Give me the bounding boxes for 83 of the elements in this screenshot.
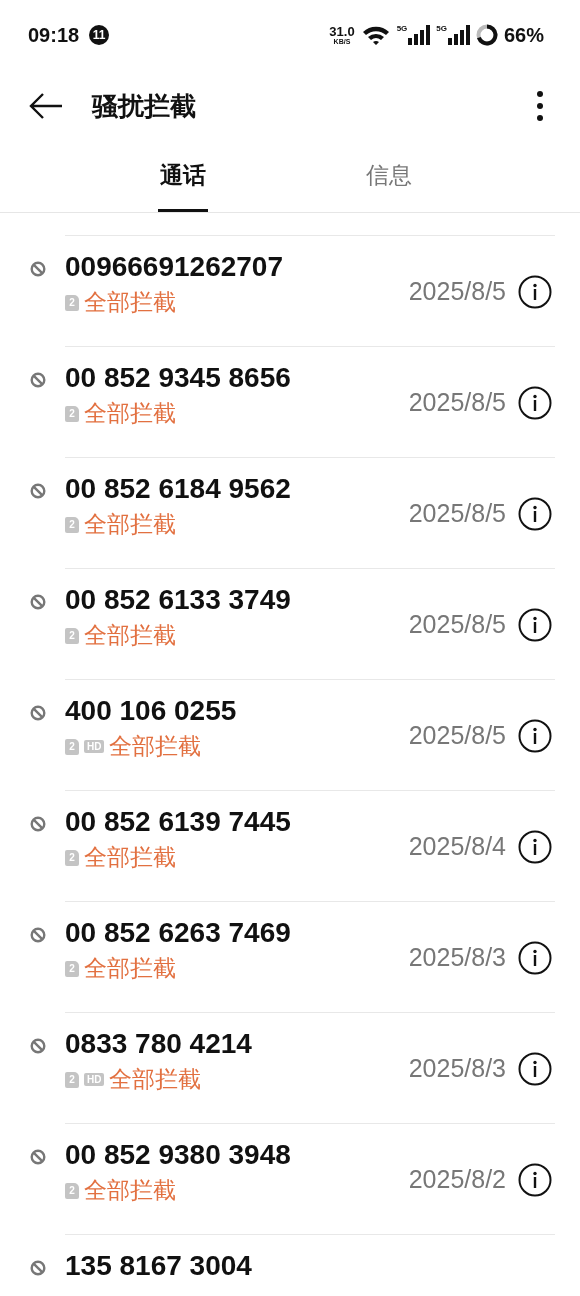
network-type: 5G <box>436 25 447 33</box>
info-icon <box>518 608 552 642</box>
phone-number: 00966691262707 <box>65 251 284 283</box>
call-date: 2025/8/5 <box>408 277 506 306</box>
more-options-button[interactable] <box>536 90 544 122</box>
back-button[interactable] <box>28 92 64 120</box>
signal-icon <box>408 25 431 45</box>
info-button[interactable] <box>518 386 552 420</box>
blocked-icon <box>30 1038 46 1054</box>
sim-badge: 2 <box>65 294 79 311</box>
info-button[interactable] <box>518 830 552 864</box>
blocked-icon <box>30 816 46 832</box>
call-date: 2025/8/5 <box>408 388 506 417</box>
phone-number: 00 852 9345 8656 <box>65 362 292 394</box>
signal-icon <box>447 25 470 45</box>
sim-badge: 2 <box>65 960 79 977</box>
block-status: 全部拦截 <box>84 843 176 872</box>
info-icon <box>518 386 552 420</box>
blocked-icon <box>30 705 46 721</box>
block-status: 全部拦截 <box>84 1176 176 1205</box>
blocked-icon <box>30 1260 46 1276</box>
tab[interactable]: 通话 <box>158 142 208 212</box>
sim-badge: 2 <box>65 1182 79 1199</box>
notification-badge: 11 <box>89 25 110 45</box>
blocked-icon <box>30 483 46 499</box>
phone-number: 00 852 6133 3749 <box>65 584 292 616</box>
info-button[interactable] <box>518 1163 552 1197</box>
block-status: 全部拦截 <box>84 510 176 539</box>
info-icon <box>518 1163 552 1197</box>
blocked-icon <box>30 261 46 277</box>
phone-number: 00 852 9380 3948 <box>65 1139 292 1171</box>
info-icon <box>518 1052 552 1086</box>
call-date: 2025/8/5 <box>408 499 506 528</box>
blocked-icon <box>30 927 46 943</box>
sim-badge: 2 <box>65 738 79 755</box>
more-options-icon <box>536 90 544 122</box>
clock-time: 09:18 <box>28 23 80 47</box>
block-status: 全部拦截 <box>84 288 176 317</box>
network-speed: 31.0 <box>329 25 355 38</box>
call-date: 2025/8/3 <box>408 1054 506 1083</box>
sim-badge: 2 <box>65 849 79 866</box>
blocked-icon <box>30 594 46 610</box>
call-date: 2025/8/5 <box>408 721 506 750</box>
phone-number: 00 852 6184 9562 <box>65 473 292 505</box>
sim-badge: 2 <box>65 1071 79 1088</box>
phone-number: 400 106 0255 <box>65 695 238 727</box>
page-title: 骚扰拦截 <box>92 89 197 123</box>
phone-number: 00 852 6139 7445 <box>65 806 292 838</box>
back-arrow-icon <box>28 92 64 120</box>
block-status: 全部拦截 <box>84 621 176 650</box>
info-icon <box>518 275 552 309</box>
info-button[interactable] <box>518 275 552 309</box>
phone-number: 0833 780 4214 <box>65 1028 253 1060</box>
info-button[interactable] <box>518 497 552 531</box>
call-date: 2025/8/2 <box>408 1165 506 1194</box>
network-type: 5G <box>396 25 408 33</box>
block-status: 全部拦截 <box>109 732 202 761</box>
sim-badge: 2 <box>65 516 79 533</box>
info-icon <box>518 830 552 864</box>
block-status: 全部拦截 <box>109 1065 202 1094</box>
battery-ring-icon <box>475 24 498 46</box>
hd-badge: HD <box>84 740 105 753</box>
call-date: 2025/8/4 <box>408 832 506 861</box>
call-date: 2025/8/5 <box>408 610 506 639</box>
blocked-icon <box>30 372 46 388</box>
info-button[interactable] <box>518 719 552 753</box>
battery-percent: 66% <box>503 23 544 47</box>
blocked-icon <box>30 1149 46 1165</box>
phone-number: 135 8167 3004 <box>65 1250 253 1282</box>
info-button[interactable] <box>518 941 552 975</box>
sim-badge: 2 <box>65 627 79 644</box>
sim-badge: 2 <box>65 405 79 422</box>
info-icon <box>518 719 552 753</box>
info-icon <box>518 941 552 975</box>
block-status: 全部拦截 <box>84 954 176 983</box>
hd-badge: HD <box>84 1073 105 1086</box>
info-button[interactable] <box>518 608 552 642</box>
tab[interactable]: 信息 <box>364 142 414 212</box>
block-status: 全部拦截 <box>84 399 176 428</box>
info-button[interactable] <box>518 1052 552 1086</box>
call-date: 2025/8/3 <box>408 943 506 972</box>
phone-number: 00 852 6263 7469 <box>65 917 292 949</box>
info-icon <box>518 497 552 531</box>
